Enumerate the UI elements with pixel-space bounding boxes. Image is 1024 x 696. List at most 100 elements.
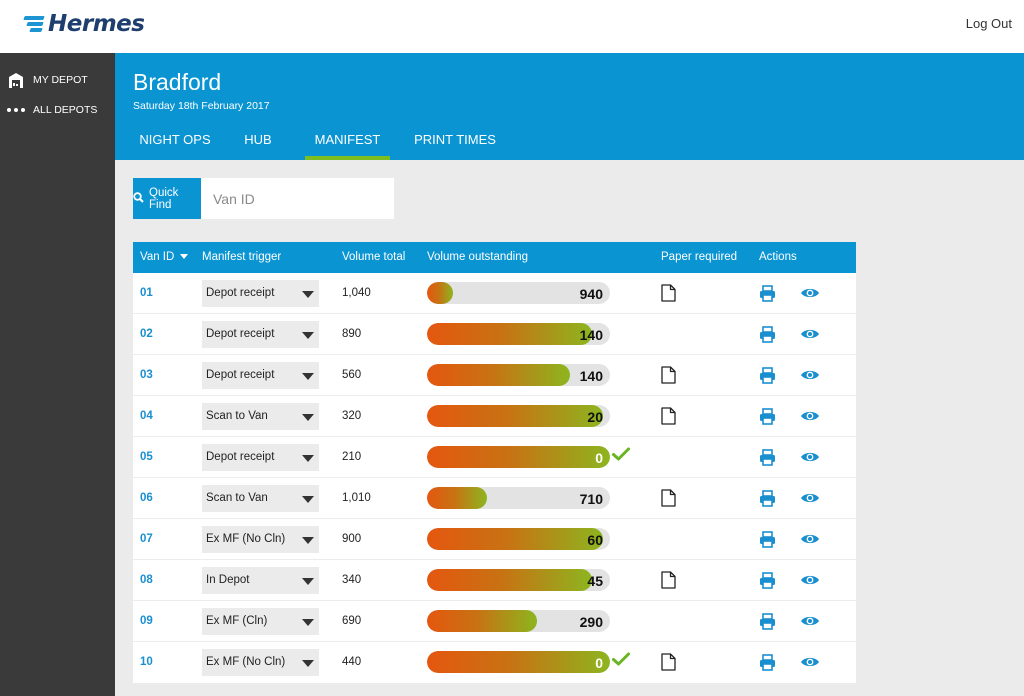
eye-icon[interactable]	[800, 655, 820, 674]
print-icon[interactable]	[759, 326, 776, 348]
van-id-input[interactable]	[201, 178, 394, 219]
document-icon	[661, 366, 676, 389]
manifest-trigger-select[interactable]: Scan to Van	[202, 403, 319, 430]
print-icon[interactable]	[759, 613, 776, 635]
van-id-link[interactable]: 04	[140, 410, 153, 422]
print-icon[interactable]	[759, 572, 776, 594]
chevron-down-icon	[302, 660, 314, 667]
chevron-down-icon	[302, 414, 314, 421]
volume-progress-bar: 45	[427, 569, 610, 591]
van-id-link[interactable]: 03	[140, 369, 153, 381]
manifest-trigger-select[interactable]: Depot receipt	[202, 321, 319, 348]
volume-outstanding: 60	[587, 532, 603, 548]
tab-hub[interactable]: HUB	[222, 127, 294, 160]
search-icon	[133, 191, 144, 206]
manifest-trigger-select[interactable]: Ex MF (Cln)	[202, 608, 319, 635]
chevron-down-icon	[302, 455, 314, 462]
van-id-link[interactable]: 05	[140, 451, 153, 463]
check-icon	[612, 652, 630, 671]
volume-progress-bar: 710	[427, 487, 610, 509]
hermes-logo-mark	[20, 12, 46, 36]
manifest-trigger-select[interactable]: Depot receipt	[202, 444, 319, 471]
tab-night-ops[interactable]: NIGHT OPS	[130, 127, 220, 160]
eye-icon[interactable]	[800, 450, 820, 469]
quick-find-button[interactable]: Quick Find	[133, 178, 201, 219]
manifest-trigger-value: Depot receipt	[206, 451, 275, 463]
print-icon[interactable]	[759, 531, 776, 553]
volume-outstanding: 710	[579, 491, 603, 507]
eye-icon[interactable]	[800, 286, 820, 305]
manifest-trigger-select[interactable]: Scan to Van	[202, 485, 319, 512]
eye-icon[interactable]	[800, 327, 820, 346]
van-id-link[interactable]: 10	[140, 656, 153, 668]
manifest-trigger-select[interactable]: Depot receipt	[202, 280, 319, 307]
eye-icon[interactable]	[800, 491, 820, 510]
volume-progress-fill	[427, 651, 610, 673]
volume-total: 1,040	[342, 287, 371, 299]
chevron-down-icon	[302, 537, 314, 544]
volume-progress-fill	[427, 569, 592, 591]
table-row: 06 Scan to Van 1,010 710	[133, 478, 856, 519]
table-row: 08 In Depot 340 45	[133, 560, 856, 601]
volume-progress-fill	[427, 446, 610, 468]
logout-link[interactable]: Log Out	[966, 16, 1012, 31]
sidebar-item-my-depot[interactable]: MY DEPOT	[0, 65, 115, 95]
hermes-logo[interactable]: Hermes	[20, 8, 145, 40]
volume-outstanding: 940	[579, 286, 603, 302]
manifest-trigger-value: Ex MF (No Cln)	[206, 656, 286, 668]
column-header-van-id[interactable]: Van ID	[140, 251, 188, 263]
manifest-trigger-value: Depot receipt	[206, 369, 275, 381]
column-header-actions: Actions	[759, 251, 797, 263]
chevron-down-icon	[302, 619, 314, 626]
manifest-trigger-select[interactable]: Ex MF (No Cln)	[202, 649, 319, 676]
manifest-trigger-select[interactable]: In Depot	[202, 567, 319, 594]
eye-icon[interactable]	[800, 409, 820, 428]
sidebar-item-label: MY DEPOT	[33, 74, 88, 86]
eye-icon[interactable]	[800, 532, 820, 551]
volume-progress-bar: 0	[427, 446, 610, 468]
sidebar-item-label: ALL DEPOTS	[33, 104, 98, 116]
van-id-link[interactable]: 06	[140, 492, 153, 504]
column-header-outstanding: Volume outstanding	[427, 251, 529, 263]
tab-print-times[interactable]: PRINT TIMES	[400, 127, 510, 160]
volume-progress-bar: 140	[427, 364, 610, 386]
print-icon[interactable]	[759, 367, 776, 389]
top-bar: Hermes Log Out	[0, 0, 1024, 53]
eye-icon[interactable]	[800, 368, 820, 387]
print-icon[interactable]	[759, 449, 776, 471]
van-id-link[interactable]: 08	[140, 574, 153, 586]
depot-icon	[7, 72, 25, 89]
volume-total: 320	[342, 410, 362, 422]
print-icon[interactable]	[759, 490, 776, 512]
tab-manifest[interactable]: MANIFEST	[305, 127, 390, 160]
print-icon[interactable]	[759, 654, 776, 676]
table-row: 05 Depot receipt 210 0	[133, 437, 856, 478]
manifest-trigger-select[interactable]: Ex MF (No Cln)	[202, 526, 319, 553]
table-header: Van ID Manifest trigger Volume total Vol…	[133, 242, 856, 273]
manifest-trigger-value: Depot receipt	[206, 287, 275, 299]
van-id-link[interactable]: 02	[140, 328, 153, 340]
volume-total: 560	[342, 369, 362, 381]
volume-progress-fill	[427, 487, 488, 509]
eye-icon[interactable]	[800, 614, 820, 633]
print-icon[interactable]	[759, 285, 776, 307]
manifest-trigger-value: Scan to Van	[206, 492, 268, 504]
depot-header: Bradford Saturday 18th February 2017 NIG…	[115, 53, 1024, 160]
document-icon	[661, 571, 676, 594]
table-row: 01 Depot receipt 1,040 940	[133, 273, 856, 314]
eye-icon[interactable]	[800, 573, 820, 592]
manifest-trigger-select[interactable]: Depot receipt	[202, 362, 319, 389]
manifest-trigger-value: Ex MF (No Cln)	[206, 533, 286, 545]
volume-outstanding: 0	[595, 655, 603, 671]
column-header-total: Volume total	[342, 251, 406, 263]
van-id-link[interactable]: 07	[140, 533, 153, 545]
column-header-paper: Paper required	[661, 251, 738, 263]
sidebar-item-all-depots[interactable]: ALL DEPOTS	[0, 95, 115, 125]
dots-icon	[7, 108, 25, 112]
table-row: 09 Ex MF (Cln) 690 290	[133, 601, 856, 642]
volume-outstanding: 140	[579, 327, 603, 343]
print-icon[interactable]	[759, 408, 776, 430]
van-id-link[interactable]: 09	[140, 615, 153, 627]
quick-find-label: Quick Find	[149, 186, 179, 211]
van-id-link[interactable]: 01	[140, 287, 153, 299]
